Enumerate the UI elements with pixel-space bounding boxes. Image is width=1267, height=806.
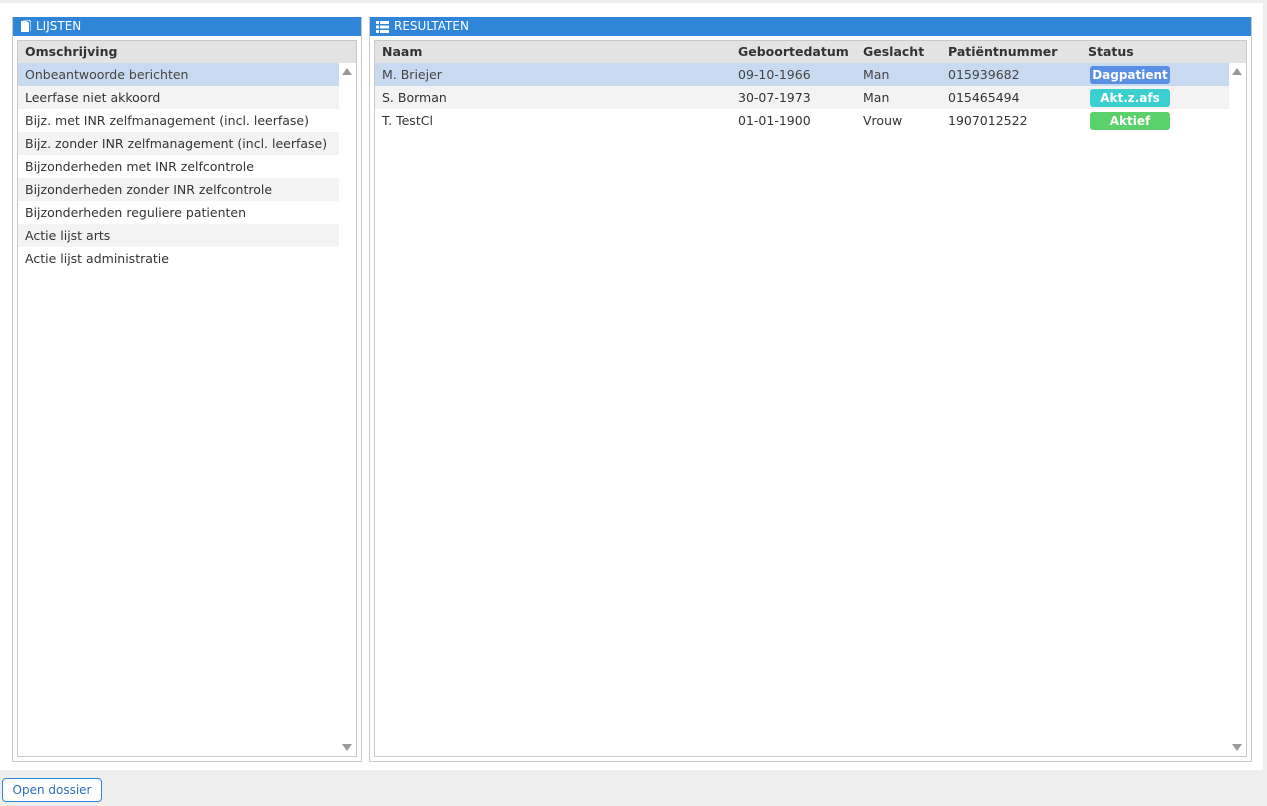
document-icon <box>19 20 31 33</box>
scroll-down-icon[interactable] <box>342 744 352 751</box>
geslacht-cell: Man <box>863 90 890 105</box>
list-item-label: Actie lijst administratie <box>25 251 169 266</box>
lijsten-grid: Omschrijving Onbeantwoorde berichten Leer… <box>17 40 357 757</box>
geboortedatum-cell: 01-01-1900 <box>738 113 811 128</box>
geslacht-column-header[interactable]: Geslacht <box>863 41 924 63</box>
resultaten-panel-title: RESULTATEN <box>394 19 469 33</box>
omschrijving-header-label: Omschrijving <box>25 44 118 59</box>
open-dossier-button[interactable]: Open dossier <box>2 778 102 802</box>
list-item[interactable]: Bijzonderheden met INR zelfcontrole <box>18 155 339 178</box>
naam-cell: M. Briejer <box>382 67 442 82</box>
lijsten-panel-header: LIJSTEN <box>13 17 361 36</box>
list-item-label: Actie lijst arts <box>25 228 111 243</box>
resultaten-panel-header: RESULTATEN <box>370 17 1251 36</box>
list-item[interactable]: Bijz. met INR zelfmanagement (incl. leer… <box>18 109 339 132</box>
scroll-down-icon[interactable] <box>1232 744 1242 751</box>
list-item-label: Onbeantwoorde berichten <box>25 67 189 82</box>
list-item-label: Bijzonderheden zonder INR zelfcontrole <box>25 182 273 197</box>
resultaten-scrollbar[interactable] <box>1229 63 1246 756</box>
patientnummer-cell: 015939682 <box>948 67 1020 82</box>
list-item-label: Bijzonderheden reguliere patienten <box>25 205 247 220</box>
scroll-up-icon[interactable] <box>1232 68 1242 75</box>
list-item[interactable]: Leerfase niet akkoord <box>18 86 339 109</box>
list-item-label: Bijz. met INR zelfmanagement (incl. leer… <box>25 113 309 128</box>
lijsten-panel-title: LIJSTEN <box>36 19 82 33</box>
status-badge: Aktief <box>1090 112 1170 130</box>
work-area: LIJSTEN Omschrijving Onbeantwoorde beric… <box>0 3 1263 770</box>
status-column-header[interactable]: Status <box>1088 41 1134 63</box>
table-row[interactable]: T. TestCl 01-01-1900 Vrouw 1907012522 Aktief <box>375 109 1229 132</box>
patientnummer-cell: 1907012522 <box>948 113 1028 128</box>
list-icon <box>376 20 389 33</box>
geboortedatum-cell: 09-10-1966 <box>738 67 811 82</box>
lijsten-scrollbar[interactable] <box>339 63 356 756</box>
list-item[interactable]: Bijzonderheden zonder INR zelfcontrole <box>18 178 339 201</box>
patientnummer-column-header[interactable]: Patiëntnummer <box>948 41 1057 63</box>
resultaten-panel: RESULTATEN Naam Geboortedatum Geslacht P… <box>369 17 1252 762</box>
scroll-up-icon[interactable] <box>342 68 352 75</box>
resultaten-rows: M. Briejer 09-10-1966 Man 015939682 Dagpatie… <box>375 63 1229 756</box>
list-item[interactable]: Actie lijst arts <box>18 224 339 247</box>
table-row[interactable]: M. Briejer 09-10-1966 Man 015939682 Dagpatie… <box>375 63 1229 86</box>
patientnummer-cell: 015465494 <box>948 90 1020 105</box>
lijsten-panel: LIJSTEN Omschrijving Onbeantwoorde beric… <box>12 17 362 762</box>
geboortedatum-cell: 30-07-1973 <box>738 90 811 105</box>
list-item[interactable]: Bijzonderheden reguliere patienten <box>18 201 339 224</box>
naam-cell: S. Borman <box>382 90 447 105</box>
geslacht-cell: Man <box>863 67 890 82</box>
resultaten-column-headers: Naam Geboortedatum Geslacht Patiëntnumme… <box>375 41 1246 63</box>
status-badge: Dagpatient <box>1090 66 1170 84</box>
naam-column-header[interactable]: Naam <box>382 41 422 63</box>
list-item-label: Bijzonderheden met INR zelfcontrole <box>25 159 254 174</box>
table-row[interactable]: S. Borman 30-07-1973 Man 015465494 Akt.z.afs <box>375 86 1229 109</box>
naam-cell: T. TestCl <box>382 113 433 128</box>
list-item[interactable]: Onbeantwoorde berichten <box>18 63 339 86</box>
lijsten-rows: Onbeantwoorde berichten Leerfase niet akk… <box>18 63 339 756</box>
list-item[interactable]: Actie lijst administratie <box>18 247 339 270</box>
list-item-label: Bijz. zonder INR zelfmanagement (incl. l… <box>25 136 328 151</box>
status-badge: Akt.z.afs <box>1090 89 1170 107</box>
list-item[interactable]: Bijz. zonder INR zelfmanagement (incl. l… <box>18 132 339 155</box>
geboortedatum-column-header[interactable]: Geboortedatum <box>738 41 849 63</box>
resultaten-grid: Naam Geboortedatum Geslacht Patiëntnumme… <box>374 40 1247 757</box>
omschrijving-column-header[interactable]: Omschrijving <box>18 41 356 63</box>
list-item-label: Leerfase niet akkoord <box>25 90 161 105</box>
geslacht-cell: Vrouw <box>863 113 903 128</box>
